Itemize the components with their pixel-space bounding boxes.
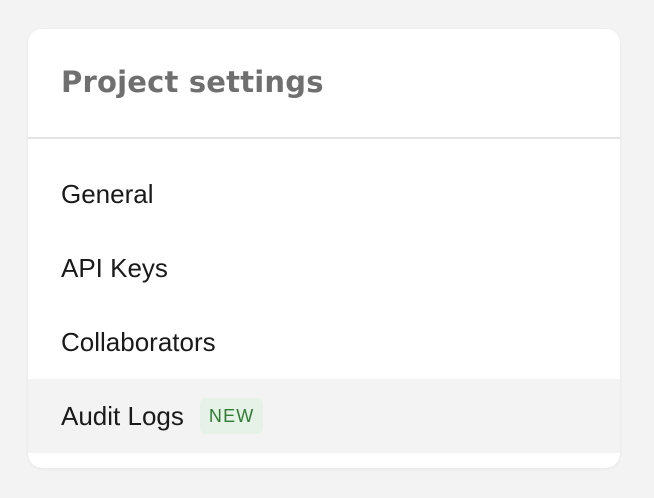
menu-item-label: Audit Logs [61, 400, 184, 431]
menu-item-label: General [61, 178, 154, 209]
menu-item-audit-logs[interactable]: Audit Logs NEW [28, 379, 620, 453]
settings-menu: General API Keys Collaborators Audit Log… [28, 139, 620, 453]
panel-title: Project settings [61, 65, 324, 99]
project-settings-panel: Project settings General API Keys Collab… [28, 29, 620, 468]
menu-item-label: API Keys [61, 252, 168, 283]
menu-item-general[interactable]: General [28, 157, 620, 231]
menu-item-collaborators[interactable]: Collaborators [28, 305, 620, 379]
menu-item-api-keys[interactable]: API Keys [28, 231, 620, 305]
panel-header: Project settings [28, 29, 620, 139]
new-badge: NEW [199, 398, 264, 434]
menu-item-label: Collaborators [61, 326, 216, 357]
